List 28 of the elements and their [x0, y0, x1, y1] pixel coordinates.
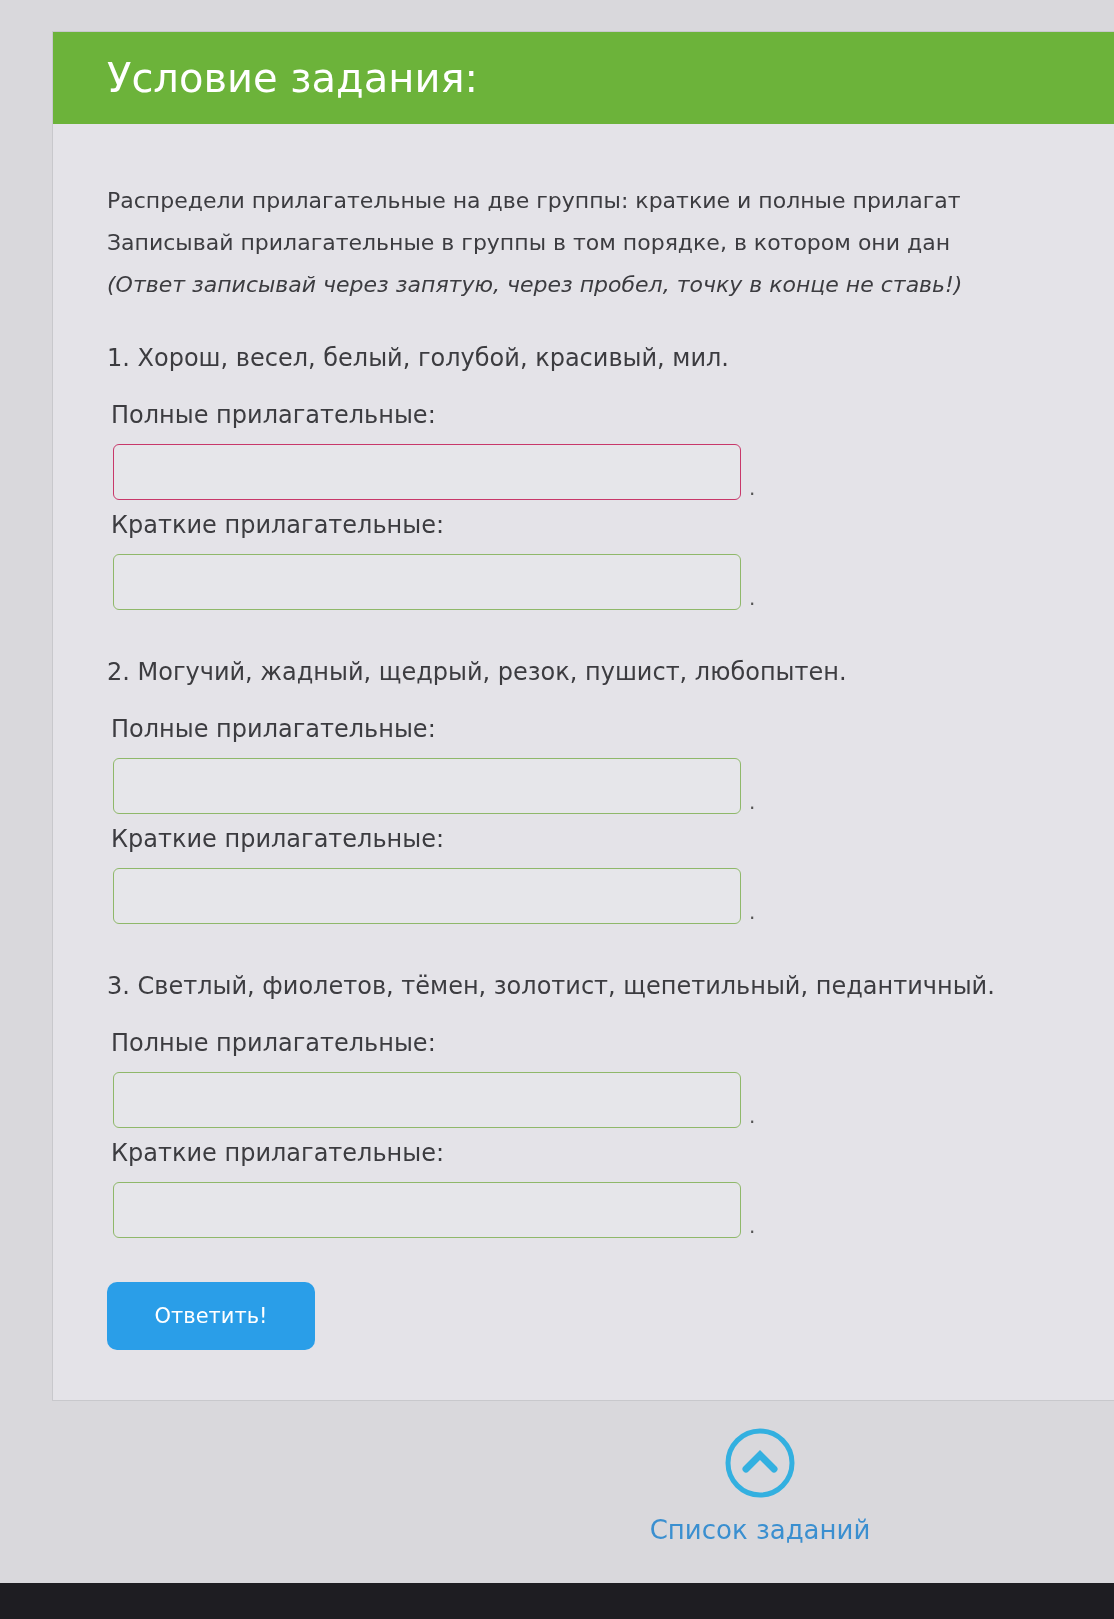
task-prompt: 1. Хорош, весел, белый, голубой, красивый, мил.	[107, 344, 730, 372]
answer-field[interactable]	[113, 758, 741, 814]
answer-field[interactable]	[113, 444, 741, 500]
answer-field[interactable]	[113, 1182, 741, 1238]
field-label: Краткие прилагательные:	[111, 824, 446, 854]
field-label: Полные прилагательные:	[111, 714, 437, 744]
instruction-text: Записывай прилагательные в группы в том порядке, в котором они дан	[107, 229, 952, 257]
field-label: Краткие прилагательные:	[111, 510, 446, 540]
field-label: Краткие прилагательные:	[111, 1138, 446, 1168]
period-text: .	[749, 1214, 756, 1238]
answer-field[interactable]	[113, 554, 741, 610]
period-text: .	[749, 790, 756, 814]
period-text: .	[749, 586, 756, 610]
page-title: Условие задания:	[107, 55, 478, 101]
scroll-up-icon[interactable]	[724, 1427, 796, 1499]
submit-button[interactable]: Ответить!	[107, 1282, 315, 1350]
instruction-text: Распредели прилагательные на две группы: краткие и полные прилагат	[107, 187, 962, 215]
period-text: .	[749, 900, 756, 924]
period-text: .	[749, 1104, 756, 1128]
task-prompt: 2. Могучий, жадный, щедрый, резок, пушист, любопытен.	[107, 658, 848, 686]
field-label: Полные прилагательные:	[111, 400, 437, 430]
answer-field[interactable]	[113, 868, 741, 924]
task-list-link[interactable]: Список заданий	[649, 1515, 871, 1545]
instruction-text: (Ответ записывай через запятую, через пробел, точку в конце не ставь!)	[107, 271, 964, 299]
task-prompt: 3. Светлый, фиолетов, тёмен, золотист, щепетильный, педантичный.	[107, 972, 996, 1000]
answer-field[interactable]	[113, 1072, 741, 1128]
period-text: .	[749, 476, 756, 500]
field-label: Полные прилагательные:	[111, 1028, 437, 1058]
